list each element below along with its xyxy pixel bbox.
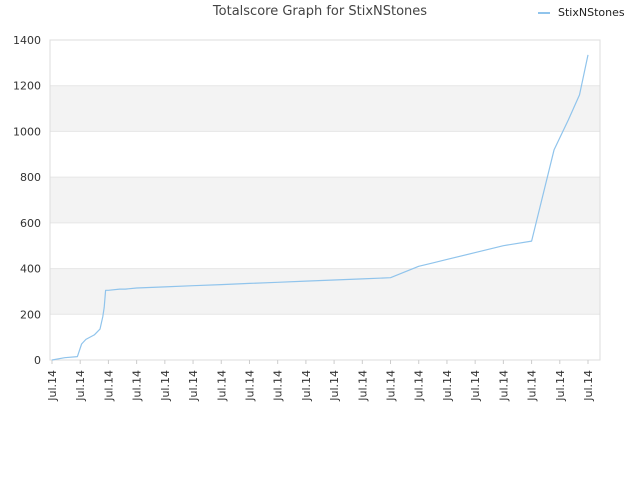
x-tick-label: Jul.14: [46, 370, 59, 402]
plot-band: [50, 85, 600, 132]
x-tick-label: Jul.14: [413, 370, 426, 402]
y-axis-ticks: 0 200 400 600 800 1000 1200 1400: [13, 34, 41, 367]
x-tick-label: Jul.14: [328, 370, 341, 402]
x-tick-label: Jul.14: [215, 370, 228, 402]
x-tick-label: Jul.14: [441, 370, 454, 402]
y-tick-label: 1000: [13, 125, 41, 138]
x-tick-label: Jul.14: [74, 370, 87, 402]
x-tick-label: Jul.14: [243, 370, 256, 402]
x-tick-label: Jul.14: [187, 370, 200, 402]
y-tick-label: 0: [34, 354, 41, 367]
x-tick-label: Jul.14: [159, 370, 172, 402]
x-tick-label: Jul.14: [554, 370, 567, 402]
x-axis-ticks: Jul.14 Jul.14 Jul.14 Jul.14 Jul.14 Jul.14 Jul.…: [46, 360, 595, 402]
x-tick-label: Jul.14: [526, 370, 539, 402]
y-tick-label: 600: [20, 217, 41, 230]
x-tick-label: Jul.14: [356, 370, 369, 402]
x-tick-label: Jul.14: [582, 370, 595, 402]
y-tick-label: 200: [20, 308, 41, 321]
x-tick-label: Jul.14: [300, 370, 313, 402]
y-tick-label: 1400: [13, 34, 41, 47]
x-tick-label: Jul.14: [272, 370, 285, 402]
y-tick-label: 400: [20, 263, 41, 276]
x-tick-label: Jul.14: [469, 370, 482, 402]
plot-band: [50, 177, 600, 223]
legend-label: StixNStones: [558, 6, 625, 19]
x-tick-label: Jul.14: [102, 370, 115, 402]
legend-swatch: [538, 11, 550, 14]
chart: 0200400600800100012001400 Jul.14 Jul.14 Ju…: [13, 34, 601, 402]
x-tick-label: Jul.14: [385, 370, 398, 402]
x-tick-label: Jul.14: [497, 370, 510, 402]
y-tick-label: 1200: [13, 80, 41, 93]
plot-band: [50, 268, 600, 315]
legend[interactable]: StixNStones: [538, 6, 625, 19]
y-tick-label: 800: [20, 171, 41, 184]
x-tick-label: Jul.14: [131, 370, 144, 402]
